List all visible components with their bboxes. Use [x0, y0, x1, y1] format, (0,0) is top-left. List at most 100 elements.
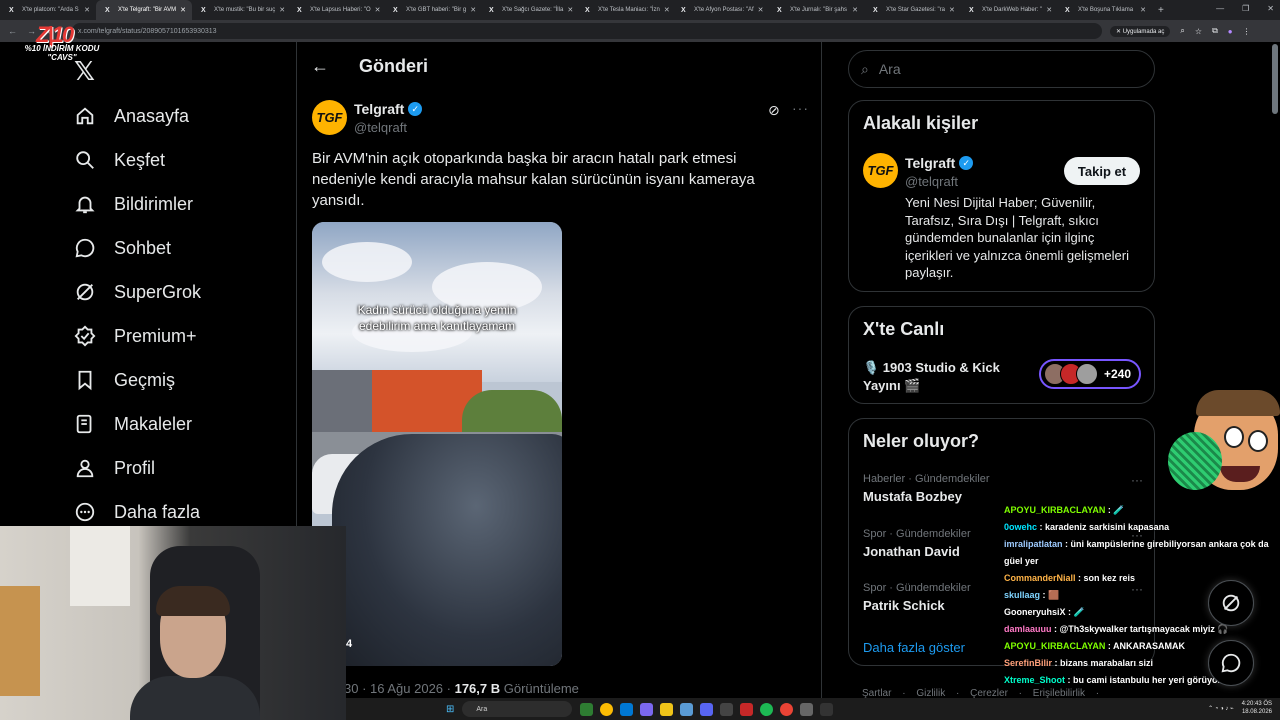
browser-tab[interactable]: X'te mustik: "Bu bir suç✕	[192, 0, 288, 20]
tab-close-icon[interactable]: ✕	[852, 6, 858, 14]
show-more-link[interactable]: Daha fazla göster	[863, 640, 965, 655]
star-icon[interactable]: ☆	[1195, 27, 1202, 36]
tab-close-icon[interactable]: ✕	[567, 6, 573, 14]
sidebar-item-verified-badge[interactable]: Premium+	[74, 314, 284, 358]
author-avatar[interactable]: TGF	[312, 100, 347, 135]
author-handle[interactable]: @telqraft	[354, 120, 407, 135]
browser-tab[interactable]: X'te Afyon Postası: "Af ✕	[672, 0, 768, 20]
chat-username[interactable]: GooneryuhsiX	[1004, 607, 1066, 617]
restore-icon[interactable]: ❐	[1242, 4, 1249, 13]
tab-close-icon[interactable]: ✕	[470, 6, 476, 14]
url-field[interactable]: x.com/telgraft/status/208905710165393031…	[72, 23, 1102, 39]
extensions-icon[interactable]: ⧉	[1212, 26, 1218, 36]
discord-icon[interactable]	[700, 702, 714, 716]
live-listeners-pill[interactable]: +240	[1039, 359, 1141, 389]
windows-start-icon[interactable]: ⊞	[446, 704, 454, 715]
sidebar-item-search[interactable]: Keşfet	[74, 138, 284, 182]
tab-close-icon[interactable]: ✕	[279, 6, 285, 14]
tab-close-icon[interactable]: ✕	[664, 6, 670, 14]
sidebar-item-article[interactable]: Makaleler	[74, 402, 284, 446]
live-stream-title[interactable]: 🎙️ 1903 Studio & Kick Yayını 🎬	[863, 359, 1023, 395]
x-logo-icon[interactable]: 𝕏	[74, 56, 95, 87]
menu-icon[interactable]: ⋮	[1243, 27, 1251, 36]
streamer-webcam	[0, 526, 346, 720]
more-options-icon[interactable]: ···	[792, 100, 809, 116]
tab-close-icon[interactable]: ✕	[758, 6, 764, 14]
sidebar-item-bell[interactable]: Bildirimler	[74, 182, 284, 226]
app-icon[interactable]	[680, 702, 694, 716]
chat-message: 0owehc : karadeniz sarkisini kapasana	[1004, 519, 1276, 536]
new-tab-icon[interactable]: +	[1158, 5, 1164, 16]
chat-username[interactable]: APOYU_KIRBACLAYAN	[1004, 505, 1105, 515]
chat-username[interactable]: Xtreme_Shoot	[1004, 675, 1065, 685]
tab-close-icon[interactable]: ✕	[375, 6, 381, 14]
spotify-icon[interactable]	[760, 702, 774, 716]
browser-tab[interactable]: X'te Lapsus Haberi: "O ✕	[288, 0, 384, 20]
follow-button[interactable]: Takip et	[1064, 157, 1140, 185]
edge-icon[interactable]	[620, 702, 634, 716]
more-circle-icon	[75, 502, 95, 522]
sidebar-item-person[interactable]: Profil	[74, 446, 284, 490]
back-icon[interactable]: ←	[8, 26, 17, 37]
chat-username[interactable]: APOYU_KIRBACLAYAN	[1004, 641, 1105, 651]
browser-tab[interactable]: X'te Jurnalı: "Bir şahs ✕	[768, 0, 864, 20]
sidebar-item-grok[interactable]: SuperGrok	[74, 270, 284, 314]
app-icon[interactable]	[640, 702, 654, 716]
trend-item[interactable]: Haberler · Gündemdekiler Mustafa Bozbey ··…	[863, 473, 1143, 504]
minimize-icon[interactable]: —	[1216, 4, 1224, 13]
browser-tab[interactable]: X'te Tesla Maniacı: "İzn ✕	[576, 0, 672, 20]
sidebar-item-home[interactable]: Anasayfa	[74, 94, 284, 138]
zoom-icon[interactable]: ⌕	[1180, 26, 1184, 36]
browser-tab[interactable]: X'te Telgraft: "Bir AVM✕	[96, 0, 192, 20]
chat-username[interactable]: SerefinBilir	[1004, 658, 1052, 668]
search-input[interactable]: ⌕ Ara	[848, 50, 1155, 88]
page-scrollbar[interactable]	[1272, 44, 1278, 114]
folder-icon[interactable]	[660, 702, 674, 716]
arrow-left-icon[interactable]: ←	[311, 56, 341, 77]
browser-tab[interactable]: X'te Boşuna Tıklama ✕	[1056, 0, 1152, 20]
related-handle[interactable]: @telqraft	[905, 174, 958, 189]
taskbar-search[interactable]: Ara	[462, 701, 573, 717]
sidebar-item-chat[interactable]: Sohbet	[74, 226, 284, 270]
app-icon[interactable]	[780, 702, 794, 716]
browser-tab[interactable]: X'te DarkWeb Haber: "✕	[960, 0, 1056, 20]
tab-close-icon[interactable]: ✕	[1046, 6, 1052, 14]
chrome-icon[interactable]	[600, 702, 614, 716]
app-icon[interactable]	[720, 702, 734, 716]
author-name[interactable]: Telgraft ✓	[354, 101, 423, 117]
related-name[interactable]: Telgraft ✓	[905, 155, 974, 171]
related-avatar[interactable]: TGF	[863, 153, 898, 188]
tab-close-icon[interactable]: ✕	[180, 6, 186, 14]
app-icon[interactable]	[580, 702, 594, 716]
chat-username[interactable]: 0owehc	[1004, 522, 1037, 532]
tab-close-icon[interactable]: ✕	[949, 6, 955, 14]
taskbar-time: 4:20:43 ÖS	[1241, 701, 1272, 707]
windows-taskbar: ⊞ Ara ⌃ ◔ ◑ ♪ ⌁ 4:20:43 ÖS 18.08.2026	[346, 698, 1280, 720]
profile-icon[interactable]: ●	[1228, 27, 1233, 36]
browser-tab[interactable]: X'te Sağcı Gazete: "İlla✕	[480, 0, 576, 20]
app-icon[interactable]	[800, 702, 814, 716]
close-icon[interactable]: ✕	[1267, 4, 1274, 13]
more-options-icon[interactable]: ···	[1131, 473, 1143, 487]
tweet-video[interactable]: Kadın sürücü olduğuna yemin edebilirim a…	[312, 222, 562, 666]
grok-icon[interactable]: ⊘	[768, 102, 780, 119]
tray-icons[interactable]: ⌃ ◔ ◑ ♪ ⌁	[1208, 705, 1234, 712]
messages-fab-button[interactable]	[1208, 640, 1254, 686]
browser-tab[interactable]: X'te GBT haberi: "Bir g✕	[384, 0, 480, 20]
tab-close-icon[interactable]: ✕	[84, 6, 90, 14]
app-icon[interactable]	[740, 702, 754, 716]
browser-tab[interactable]: X'te Star Gazetesi: "ra ✕	[864, 0, 960, 20]
browser-tab[interactable]: X'te platcom: "Arda S ✕	[0, 0, 96, 20]
grok-fab-button[interactable]	[1208, 580, 1254, 626]
tab-close-icon[interactable]: ✕	[1140, 6, 1146, 14]
chat-username[interactable]: CommanderNiall	[1004, 573, 1076, 583]
app-icon[interactable]	[820, 702, 834, 716]
chat-username[interactable]: imralipatlatan	[1004, 539, 1063, 549]
chat-username[interactable]: skullaag	[1004, 590, 1040, 600]
left-navigation: Anasayfa Keşfet Bildirimler Sohbet SuperGrok…	[74, 94, 284, 534]
sidebar-item-bookmark[interactable]: Geçmiş	[74, 358, 284, 402]
search-icon: ⌕	[861, 60, 869, 77]
chat-username[interactable]: damlaauuu	[1004, 624, 1052, 634]
open-in-app-button[interactable]: ✕ Uygulamada aç	[1110, 25, 1171, 37]
taskbar-clock[interactable]: 4:20:43 ÖS 18.08.2026	[1242, 700, 1272, 716]
